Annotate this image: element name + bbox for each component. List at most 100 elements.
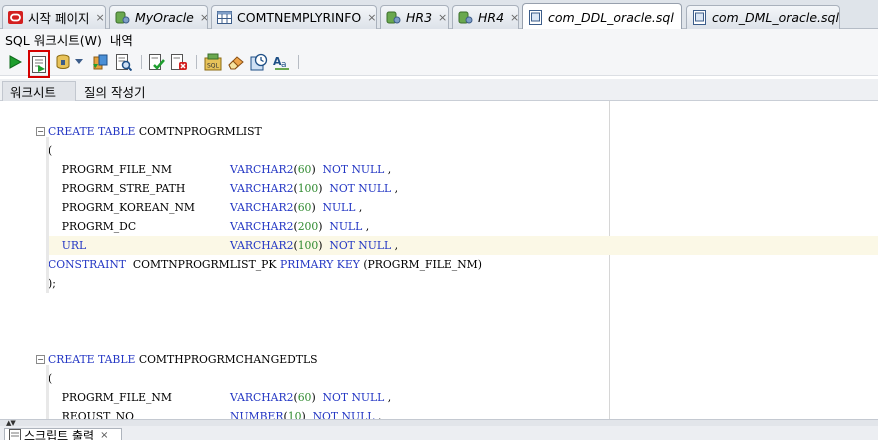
clear-button[interactable] [169,52,189,72]
tab-label: HR4 [478,10,505,25]
sql-editor[interactable]: CREATE TABLE COMTNPROGRMLIST(VARCHAR2(60… [0,101,878,419]
code-token: 200 [297,220,319,233]
code-token: ) [301,410,313,419]
code-line[interactable] [48,293,878,312]
tab-label: 시작 페이지 [28,11,90,26]
tab-com-dml-oracle[interactable]: com_DML_oracle.sql × [686,5,840,29]
code-token: REQUST_NO [48,410,134,419]
tab-label: com_DDL_oracle.sql [548,9,674,25]
code-line[interactable]: CREATE TABLE COMTHPROGRMCHANGEDTLS [48,350,878,369]
close-icon[interactable]: × [367,11,376,24]
code-token: URL [48,239,87,252]
code-token: VARCHAR2 [230,163,294,176]
code-token: VARCHAR2 [230,239,294,252]
explain-plan-button[interactable] [114,52,134,72]
worksheet-toolbar: SQL Aa [0,49,878,78]
connection-icon [115,10,130,25]
code-token: COMTNPROGRMLIST_PK [126,258,280,271]
tab-myoracle[interactable]: MyOracle × [109,5,208,29]
code-token: , [384,163,392,176]
code-line[interactable]: VARCHAR2(60) NULL , PROGRM_KOREAN_NM [48,198,878,217]
code-token: , [391,182,399,195]
code-line[interactable]: ( [48,141,878,160]
menu-sql-worksheet[interactable]: SQL 워크시트(W) [0,30,105,49]
code-token: 60 [297,163,312,176]
eraser-button[interactable] [226,52,246,72]
case-icon: Aa [273,55,289,70]
run-script-button[interactable] [28,50,50,78]
tab-script-output[interactable]: 스크립트 출력 × [4,428,122,440]
code-line[interactable]: VARCHAR2(200) NULL , PROGRM_DC [48,217,878,236]
connection-icon [386,10,401,25]
menu-history[interactable]: 내역 [105,30,136,49]
fold-toggle-icon[interactable]: − [36,127,45,136]
tab-label: MyOracle [135,10,194,25]
code-line[interactable]: CREATE TABLE COMTNPROGRMLIST [48,122,878,141]
to-upper-lower-button[interactable]: Aa [272,52,292,72]
autotrace-button[interactable] [147,52,167,72]
tab-worksheet[interactable]: 워크시트 [2,81,76,101]
close-icon[interactable]: × [510,11,518,24]
toolbar-separator [298,55,299,69]
panel-splitter[interactable]: ▲▼ [0,419,878,427]
tab-hr4[interactable]: HR4 × [452,5,519,29]
toolbar-separator [196,55,197,69]
sql-tuning-advisor-button[interactable]: SQL [203,52,223,72]
commit-button[interactable] [53,52,73,72]
fold-range-marker [46,365,49,419]
autotrace-icon [149,53,165,70]
close-icon[interactable]: × [100,429,108,440]
close-icon[interactable]: × [438,11,447,24]
tab-com-ddl-oracle[interactable]: com_DDL_oracle.sql × [522,3,682,30]
close-icon[interactable]: × [95,11,104,24]
code-token: PROGRM_KOREAN_NM [48,201,195,214]
code-token: NUMBER [230,410,284,419]
tab-label: HR3 [406,10,433,25]
code-line[interactable]: VARCHAR2(100) NOT NULL , PROGRM_STRE_PAT… [48,179,878,198]
code-line[interactable]: NUMBER(10) NOT NULL , REQUST_NO [48,407,878,419]
code-token: VARCHAR2 [230,391,294,404]
sql-file-icon [528,9,543,25]
code-line[interactable]: ( [48,369,878,388]
tab-hr3[interactable]: HR3 × [380,5,449,29]
toolbar-separator [141,55,142,69]
run-statement-button[interactable] [5,52,25,72]
code-token: NULL [322,201,356,214]
code-line[interactable]: VARCHAR2(100) NOT NULL , URL [48,236,878,255]
code-token: ) [318,220,330,233]
chevron-down-icon [75,59,83,64]
close-icon[interactable]: × [680,11,681,24]
code-line[interactable] [48,331,878,350]
close-icon[interactable]: × [200,11,207,24]
fold-toggle-icon[interactable]: − [36,355,45,364]
code-token: NOT NULL [322,163,385,176]
code-token: VARCHAR2 [230,220,294,233]
worksheet-subtabs: 워크시트 질의 작성기 [0,79,878,101]
rollback-button[interactable] [90,52,110,72]
code-line[interactable]: VARCHAR2(60) NOT NULL , PROGRM_FILE_NM [48,388,878,407]
code-line[interactable]: ); [48,274,878,293]
code-token: , [362,220,370,233]
code-token: CREATE TABLE [48,125,136,138]
sql-file-icon [692,10,707,25]
code-token: 60 [297,391,312,404]
history-icon [250,53,268,71]
code-token: 100 [297,239,319,252]
run-script-icon [32,55,46,73]
sql-history-button[interactable] [249,52,269,72]
code-line[interactable]: CONSTRAINT COMTNPROGRMLIST_PK PRIMARY KE… [48,255,878,274]
commit-dropdown[interactable] [73,52,85,72]
code-line[interactable] [48,312,878,331]
code-token: PRIMARY KEY [279,258,360,271]
editor-tab-bar: 시작 페이지 × MyOracle × COMTNEMPLYRINFO × HR… [0,0,878,30]
tab-query-builder[interactable]: 질의 작성기 [77,81,152,101]
eraser-icon [228,56,244,70]
code-token: , [355,201,363,214]
tab-start-page[interactable]: 시작 페이지 × [2,5,106,29]
code-line[interactable]: VARCHAR2(60) NOT NULL , PROGRM_FILE_NM [48,160,878,179]
code-token: NOT NULL [329,239,392,252]
code-token: VARCHAR2 [230,182,294,195]
tab-comtnemplyrinfo[interactable]: COMTNEMPLYRINFO × [211,5,377,29]
sql-tuning-advisor-icon: SQL [204,53,222,71]
code-token: ) [311,391,323,404]
